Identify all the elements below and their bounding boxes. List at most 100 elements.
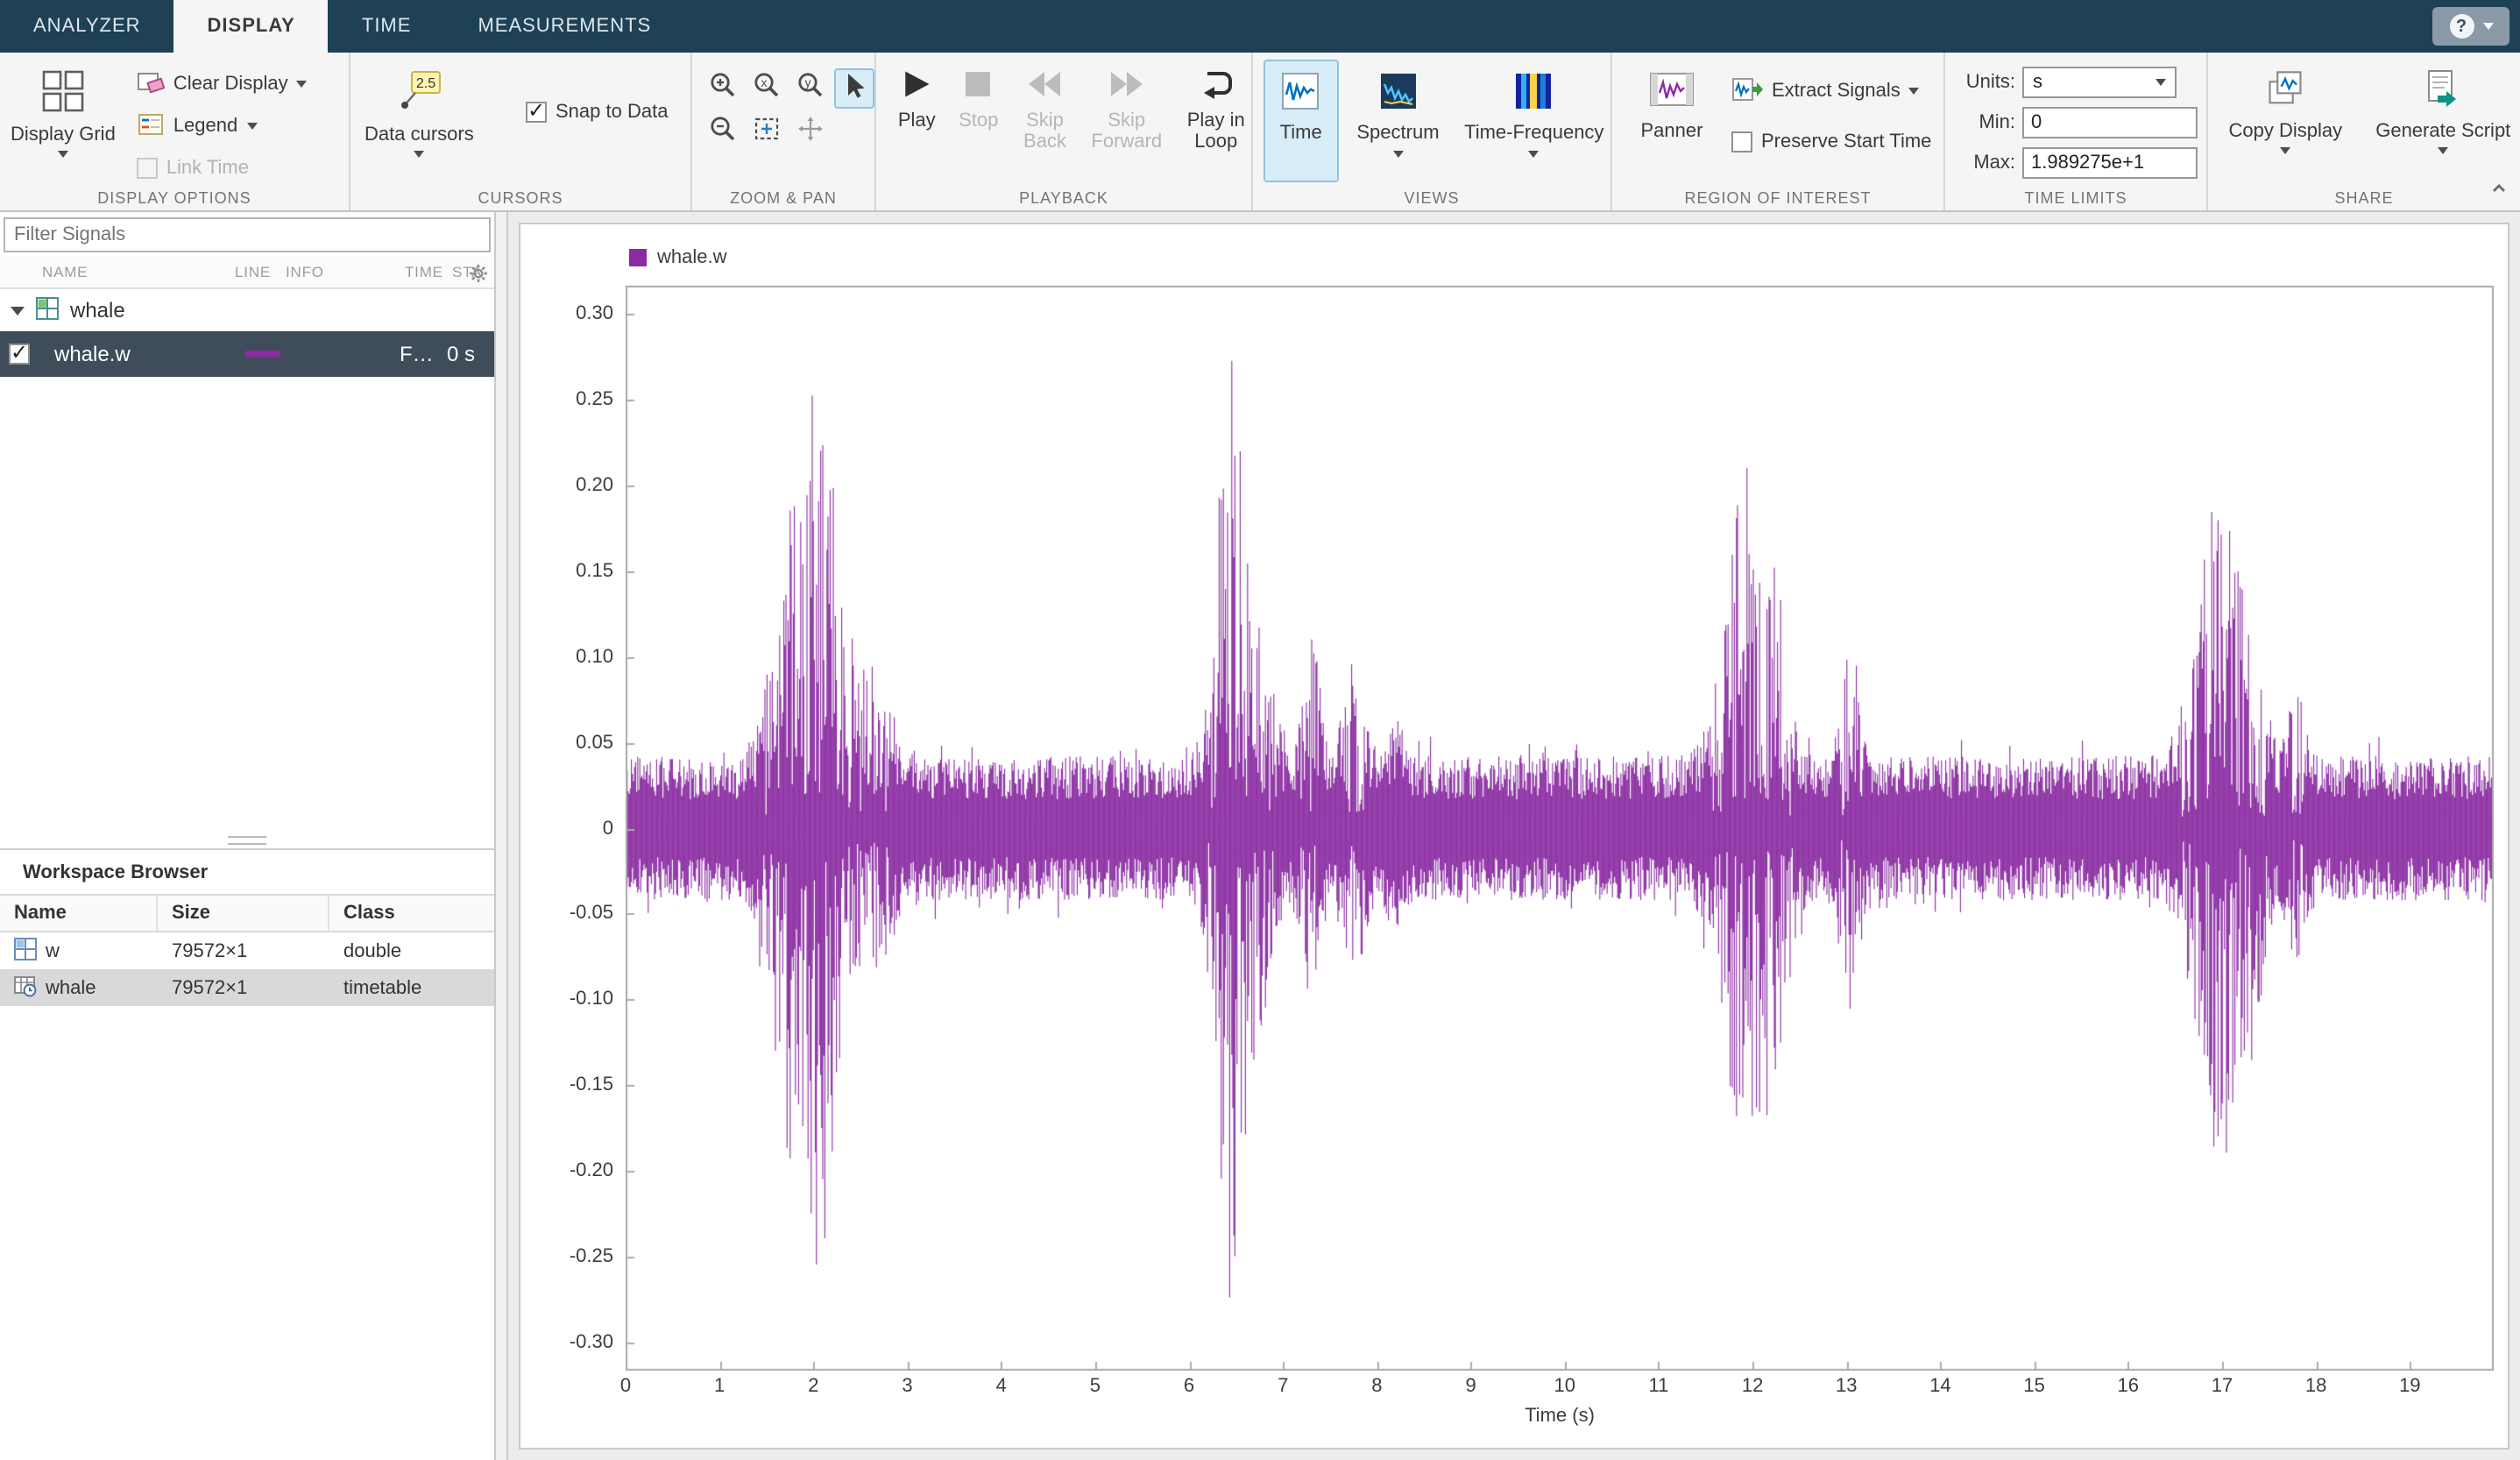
workspace-row-w[interactable]: w 79572×1 double bbox=[0, 932, 494, 969]
plot-legend[interactable]: whale.w bbox=[629, 247, 727, 268]
zoom-in-button[interactable] bbox=[703, 68, 743, 109]
min-label: Min: bbox=[1952, 112, 2015, 133]
zoom-out-icon bbox=[708, 113, 738, 152]
signal-table: NAME LINE INFO TIME STA whale whale. bbox=[0, 212, 494, 831]
signal-group-row[interactable]: whale bbox=[0, 289, 494, 331]
svg-text:y: y bbox=[805, 74, 811, 89]
y-tick-label: 0.25 bbox=[520, 388, 613, 409]
preserve-start-time-label: Preserve Start Time bbox=[1761, 131, 1931, 152]
ribbon-collapse-button[interactable] bbox=[2490, 172, 2508, 203]
zoom-out-button[interactable] bbox=[703, 112, 743, 152]
pan-button[interactable] bbox=[790, 112, 831, 152]
fit-to-view-icon bbox=[752, 113, 782, 152]
workspace-variable-size: 79572×1 bbox=[158, 977, 329, 998]
pan-icon bbox=[796, 113, 825, 152]
tab-measurements[interactable]: MEASUREMENTS bbox=[444, 0, 684, 53]
waveform-canvas[interactable] bbox=[626, 286, 2494, 1371]
stop-button[interactable]: Stop bbox=[956, 67, 1002, 152]
y-tick-label: 0 bbox=[520, 818, 613, 839]
signal-time-value: 0 s bbox=[447, 342, 475, 366]
x-tick-label: 9 bbox=[1465, 1376, 1476, 1397]
workspace-variable-name: whale bbox=[46, 977, 96, 998]
signal-row-whale-w[interactable]: whale.w F… 0 s bbox=[0, 331, 494, 377]
zoom-in-y-button[interactable]: y bbox=[790, 68, 831, 109]
panel-splitter-handle[interactable] bbox=[0, 831, 494, 848]
min-input[interactable] bbox=[2022, 107, 2198, 138]
workspace-variable-size: 79572×1 bbox=[158, 940, 329, 961]
x-tick-label: 7 bbox=[1278, 1376, 1288, 1397]
workspace-column-size[interactable]: Size bbox=[158, 896, 329, 931]
play-in-loop-button[interactable]: Play in Loop bbox=[1181, 67, 1252, 152]
signal-info-value: F… bbox=[400, 342, 434, 366]
zoom-in-x-button[interactable]: x bbox=[747, 68, 787, 109]
stop-label: Stop bbox=[959, 110, 998, 131]
x-tick-label: 19 bbox=[2399, 1376, 2421, 1397]
display-grid-button[interactable]: Display Grid bbox=[11, 56, 116, 186]
copy-display-label: Copy Display bbox=[2228, 121, 2342, 142]
clear-display-button[interactable]: Clear Display bbox=[137, 67, 308, 102]
help-button[interactable]: ? bbox=[2432, 7, 2509, 46]
plot-card: whale.w Time (s) 0.300.250.200.150.100.0… bbox=[519, 223, 2509, 1449]
x-tick-label: 5 bbox=[1090, 1376, 1101, 1397]
skip-forward-button[interactable]: Skip Forward bbox=[1088, 67, 1165, 152]
chevron-down-icon bbox=[58, 151, 68, 158]
column-header-time[interactable]: TIME bbox=[405, 263, 443, 280]
time-frequency-view-button[interactable]: Time-Frequency bbox=[1458, 60, 1610, 182]
skip-back-button[interactable]: Skip Back bbox=[1017, 67, 1072, 152]
tab-analyzer[interactable]: ANALYZER bbox=[0, 0, 174, 53]
signal-visible-checkbox[interactable] bbox=[9, 344, 30, 365]
legend-label: whale.w bbox=[657, 247, 727, 268]
generate-script-button[interactable]: Generate Script bbox=[2367, 56, 2520, 154]
tab-time[interactable]: TIME bbox=[329, 0, 445, 53]
legend-button[interactable]: Legend bbox=[137, 109, 308, 144]
workspace-variable-class: timetable bbox=[329, 977, 494, 998]
link-time-label: Link Time bbox=[166, 158, 249, 179]
play-in-loop-label: Play in Loop bbox=[1181, 110, 1252, 152]
expand-collapse-icon[interactable] bbox=[11, 306, 25, 315]
signal-line-swatch[interactable] bbox=[245, 351, 280, 358]
play-button[interactable]: Play bbox=[894, 67, 940, 152]
pointer-button[interactable] bbox=[834, 68, 874, 109]
units-select[interactable]: s bbox=[2022, 67, 2177, 98]
tab-display[interactable]: DISPLAY bbox=[174, 0, 329, 53]
chevron-up-icon bbox=[2490, 181, 2508, 195]
preserve-start-time-checkbox[interactable]: Preserve Start Time bbox=[1731, 124, 1931, 159]
max-input[interactable] bbox=[2022, 147, 2198, 179]
generate-script-label: Generate Script bbox=[2375, 121, 2510, 142]
workspace-column-class[interactable]: Class bbox=[329, 896, 494, 931]
link-time-checkbox[interactable]: Link Time bbox=[137, 151, 308, 186]
extract-signals-button[interactable]: Extract Signals bbox=[1731, 74, 1931, 109]
play-label: Play bbox=[898, 110, 936, 131]
panner-button[interactable]: Panner bbox=[1626, 56, 1717, 159]
preserve-start-time-checkbox-box[interactable] bbox=[1731, 131, 1752, 152]
signal-table-header: NAME LINE INFO TIME STA bbox=[0, 256, 494, 289]
copy-display-button[interactable]: Copy Display bbox=[2219, 56, 2353, 154]
link-time-checkbox-box[interactable] bbox=[137, 158, 158, 179]
data-cursors-button[interactable]: 2.5 Data cursors bbox=[365, 56, 474, 158]
workspace-column-name[interactable]: Name bbox=[0, 896, 158, 931]
section-display-options: Display Grid Clear Display bbox=[0, 53, 350, 210]
svg-text:2.5: 2.5 bbox=[416, 76, 435, 91]
x-tick-label: 3 bbox=[902, 1376, 912, 1397]
column-header-info[interactable]: INFO bbox=[286, 263, 324, 280]
panel-splitter[interactable] bbox=[494, 212, 508, 1460]
chevron-down-icon bbox=[1909, 88, 1920, 95]
x-tick-label: 17 bbox=[2212, 1376, 2233, 1397]
workspace-variable-name: w bbox=[46, 940, 60, 961]
column-header-name[interactable]: NAME bbox=[42, 263, 88, 280]
plot-area[interactable] bbox=[626, 286, 2494, 1371]
signal-group-label: whale bbox=[70, 298, 125, 322]
column-settings-icon[interactable] bbox=[468, 261, 489, 293]
workspace-row-whale[interactable]: whale 79572×1 timetable bbox=[0, 969, 494, 1006]
filter-signals-input[interactable] bbox=[4, 217, 491, 252]
y-tick-label: -0.30 bbox=[520, 1333, 613, 1354]
data-cursors-icon: 2.5 bbox=[396, 68, 442, 119]
y-tick-label: 0.30 bbox=[520, 302, 613, 323]
time-view-button[interactable]: Time bbox=[1264, 60, 1338, 182]
skip-back-label: Skip Back bbox=[1017, 110, 1072, 152]
snap-to-data-checkbox[interactable]: Snap to Data bbox=[526, 95, 668, 130]
column-header-line[interactable]: LINE bbox=[235, 263, 271, 280]
snap-to-data-checkbox-box[interactable] bbox=[526, 102, 547, 123]
spectrum-view-button[interactable]: Spectrum bbox=[1345, 60, 1450, 182]
fit-to-view-button[interactable] bbox=[747, 112, 787, 152]
